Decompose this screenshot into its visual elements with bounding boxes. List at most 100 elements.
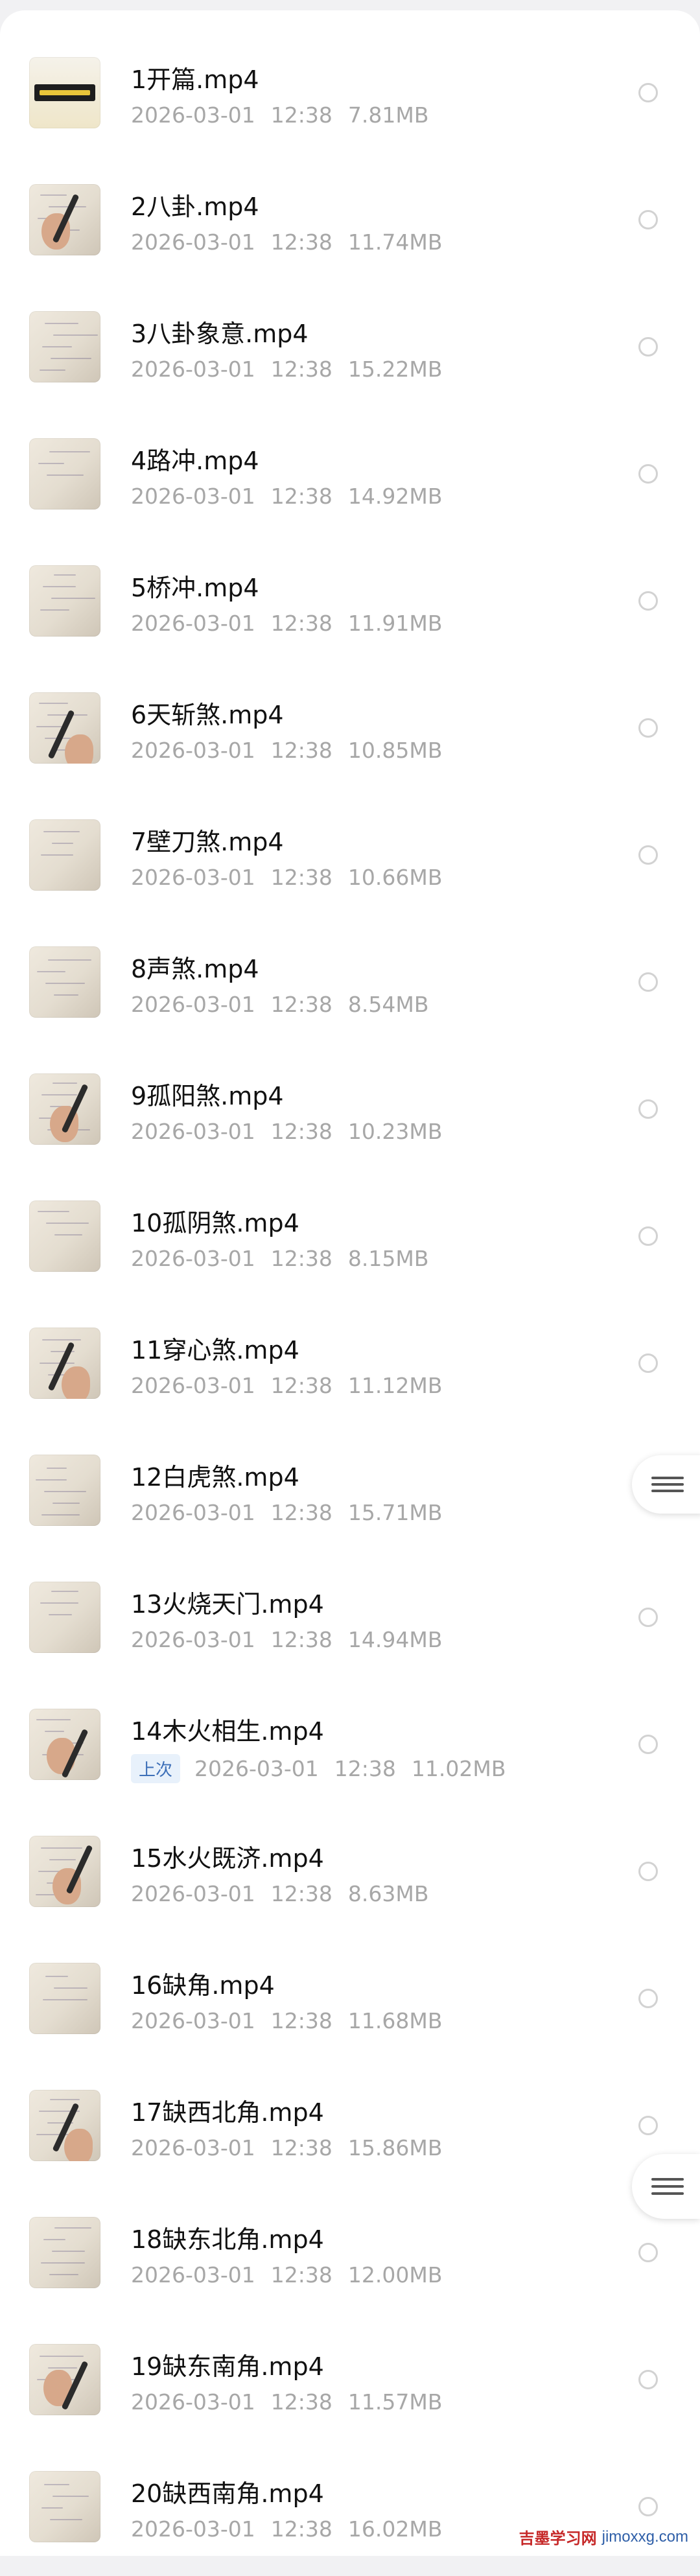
file-row[interactable]: 4路冲.mp4 2026-03-01 12:38 14.92MB (0, 416, 700, 543)
floating-menu-button[interactable] (632, 2154, 700, 2219)
file-row[interactable]: 15水火既济.mp4 2026-03-01 12:38 8.63MB (0, 1814, 700, 1941)
file-list: 1开篇.mp4 2026-03-01 12:38 7.81MB 2八卦.mp4 2026-… (0, 35, 700, 2576)
select-radio[interactable] (638, 2243, 658, 2262)
file-time: 12:38 (270, 2008, 332, 2033)
file-time: 12:38 (270, 357, 332, 382)
select-radio[interactable] (638, 210, 658, 229)
file-size: 7.81MB (347, 102, 429, 128)
file-meta: 2026-03-01 12:38 8.63MB (131, 1881, 428, 1906)
watermark-text: 吉墨学习网 (519, 2529, 597, 2547)
file-date: 2026-03-01 (131, 1119, 255, 1144)
file-row[interactable]: 8声煞.mp4 2026-03-01 12:38 8.54MB (0, 924, 700, 1051)
video-thumbnail (29, 184, 100, 255)
floating-menu-button[interactable] (632, 1455, 700, 1514)
select-radio[interactable] (638, 718, 658, 738)
file-row[interactable]: 13火烧天门.mp4 2026-03-01 12:38 14.94MB (0, 1560, 700, 1687)
file-row[interactable]: 9孤阳煞.mp4 2026-03-01 12:38 10.23MB (0, 1051, 700, 1178)
file-name: 18缺东北角.mp4 (131, 2225, 324, 2254)
file-meta: 2026-03-01 12:38 15.86MB (131, 2135, 442, 2160)
file-name: 3八卦象意.mp4 (131, 320, 309, 348)
file-row[interactable]: 17缺西北角.mp4 2026-03-01 12:38 15.86MB (0, 2068, 700, 2195)
file-row[interactable]: 12白虎煞.mp4 2026-03-01 12:38 15.71MB (0, 1433, 700, 1560)
file-meta: 2026-03-01 12:38 10.23MB (131, 1119, 442, 1144)
file-date: 2026-03-01 (131, 2135, 255, 2160)
file-date: 2026-03-01 (131, 102, 255, 128)
file-date: 2026-03-01 (131, 1246, 255, 1271)
file-row[interactable]: 11穿心煞.mp4 2026-03-01 12:38 11.12MB (0, 1306, 700, 1433)
video-thumbnail (29, 565, 100, 637)
file-date: 2026-03-01 (131, 484, 255, 509)
file-meta: 2026-03-01 12:38 10.66MB (131, 865, 442, 890)
select-radio[interactable] (638, 337, 658, 357)
select-radio[interactable] (638, 972, 658, 992)
file-row[interactable]: 5桥冲.mp4 2026-03-01 12:38 11.91MB (0, 543, 700, 670)
file-date: 2026-03-01 (131, 229, 255, 255)
file-time: 12:38 (270, 229, 332, 255)
file-time: 12:38 (270, 1373, 332, 1398)
video-thumbnail (29, 311, 100, 382)
select-radio[interactable] (638, 83, 658, 102)
file-date: 2026-03-01 (131, 1881, 255, 1906)
file-date: 2026-03-01 (131, 1373, 255, 1398)
file-date: 2026-03-01 (131, 1627, 255, 1652)
file-size: 16.02MB (347, 2516, 443, 2542)
select-radio[interactable] (638, 1735, 658, 1754)
select-radio[interactable] (638, 845, 658, 865)
select-radio[interactable] (638, 2116, 658, 2135)
file-size: 11.12MB (347, 1373, 443, 1398)
file-meta: 2026-03-01 12:38 11.68MB (131, 2008, 442, 2033)
file-row[interactable]: 2八卦.mp4 2026-03-01 12:38 11.74MB (0, 162, 700, 289)
file-size: 10.85MB (347, 738, 443, 763)
file-date: 2026-03-01 (131, 1500, 255, 1525)
file-row[interactable]: 18缺东北角.mp4 2026-03-01 12:38 12.00MB (0, 2195, 700, 2322)
select-radio[interactable] (638, 1353, 658, 1373)
file-row[interactable]: 20缺西南角.mp4 2026-03-01 12:38 16.02MB (0, 2449, 700, 2576)
file-row[interactable]: 10孤阴煞.mp4 2026-03-01 12:38 8.15MB (0, 1178, 700, 1306)
file-date: 2026-03-01 (131, 2389, 255, 2415)
file-name: 5桥冲.mp4 (131, 574, 259, 602)
file-meta: 2026-03-01 12:38 11.91MB (131, 611, 442, 636)
file-size: 8.54MB (347, 992, 429, 1017)
select-radio[interactable] (638, 464, 658, 484)
file-size: 12.00MB (347, 2262, 443, 2288)
file-date: 2026-03-01 (131, 992, 255, 1017)
file-size: 10.23MB (347, 1119, 443, 1144)
file-name: 16缺角.mp4 (131, 1971, 275, 2000)
select-radio[interactable] (638, 1989, 658, 2008)
file-date: 2026-03-01 (131, 2262, 255, 2288)
select-radio[interactable] (638, 1226, 658, 1246)
file-row[interactable]: 19缺东南角.mp4 2026-03-01 12:38 11.57MB (0, 2322, 700, 2449)
video-thumbnail (29, 2217, 100, 2288)
file-date: 2026-03-01 (131, 611, 255, 636)
file-name: 6天斩煞.mp4 (131, 701, 284, 729)
file-name: 7壁刀煞.mp4 (131, 828, 284, 856)
file-row[interactable]: 7壁刀煞.mp4 2026-03-01 12:38 10.66MB (0, 797, 700, 924)
select-radio[interactable] (638, 591, 658, 611)
select-radio[interactable] (638, 1862, 658, 1881)
video-thumbnail (29, 1709, 100, 1780)
file-time: 12:38 (270, 2262, 332, 2288)
file-row[interactable]: 6天斩煞.mp4 2026-03-01 12:38 10.85MB (0, 670, 700, 797)
file-row[interactable]: 1开篇.mp4 2026-03-01 12:38 7.81MB (0, 35, 700, 162)
file-time: 12:38 (270, 2516, 332, 2542)
file-name: 14木火相生.mp4 (131, 1717, 324, 1746)
video-thumbnail (29, 2344, 100, 2415)
file-name: 1开篇.mp4 (131, 65, 259, 94)
file-row[interactable]: 3八卦象意.mp4 2026-03-01 12:38 15.22MB (0, 289, 700, 416)
select-radio[interactable] (638, 2497, 658, 2516)
file-size: 14.94MB (347, 1627, 443, 1652)
select-radio[interactable] (638, 1608, 658, 1627)
video-thumbnail (29, 57, 100, 128)
file-list-card: 1开篇.mp4 2026-03-01 12:38 7.81MB 2八卦.mp4 2026-… (0, 10, 700, 2556)
watermark: 吉墨学习网 jimoxxg.com (515, 2524, 692, 2549)
file-row[interactable]: 16缺角.mp4 2026-03-01 12:38 11.68MB (0, 1941, 700, 2068)
file-row[interactable]: 14木火相生.mp4 上次 2026-03-01 12:38 11.02MB (0, 1687, 700, 1814)
video-thumbnail (29, 946, 100, 1018)
file-meta: 2026-03-01 12:38 11.12MB (131, 1373, 442, 1398)
file-name: 17缺西北角.mp4 (131, 2098, 324, 2127)
file-meta: 2026-03-01 12:38 11.57MB (131, 2389, 442, 2415)
video-thumbnail (29, 1200, 100, 1272)
select-radio[interactable] (638, 2370, 658, 2389)
select-radio[interactable] (638, 1099, 658, 1119)
file-meta: 2026-03-01 12:38 14.92MB (131, 484, 442, 509)
